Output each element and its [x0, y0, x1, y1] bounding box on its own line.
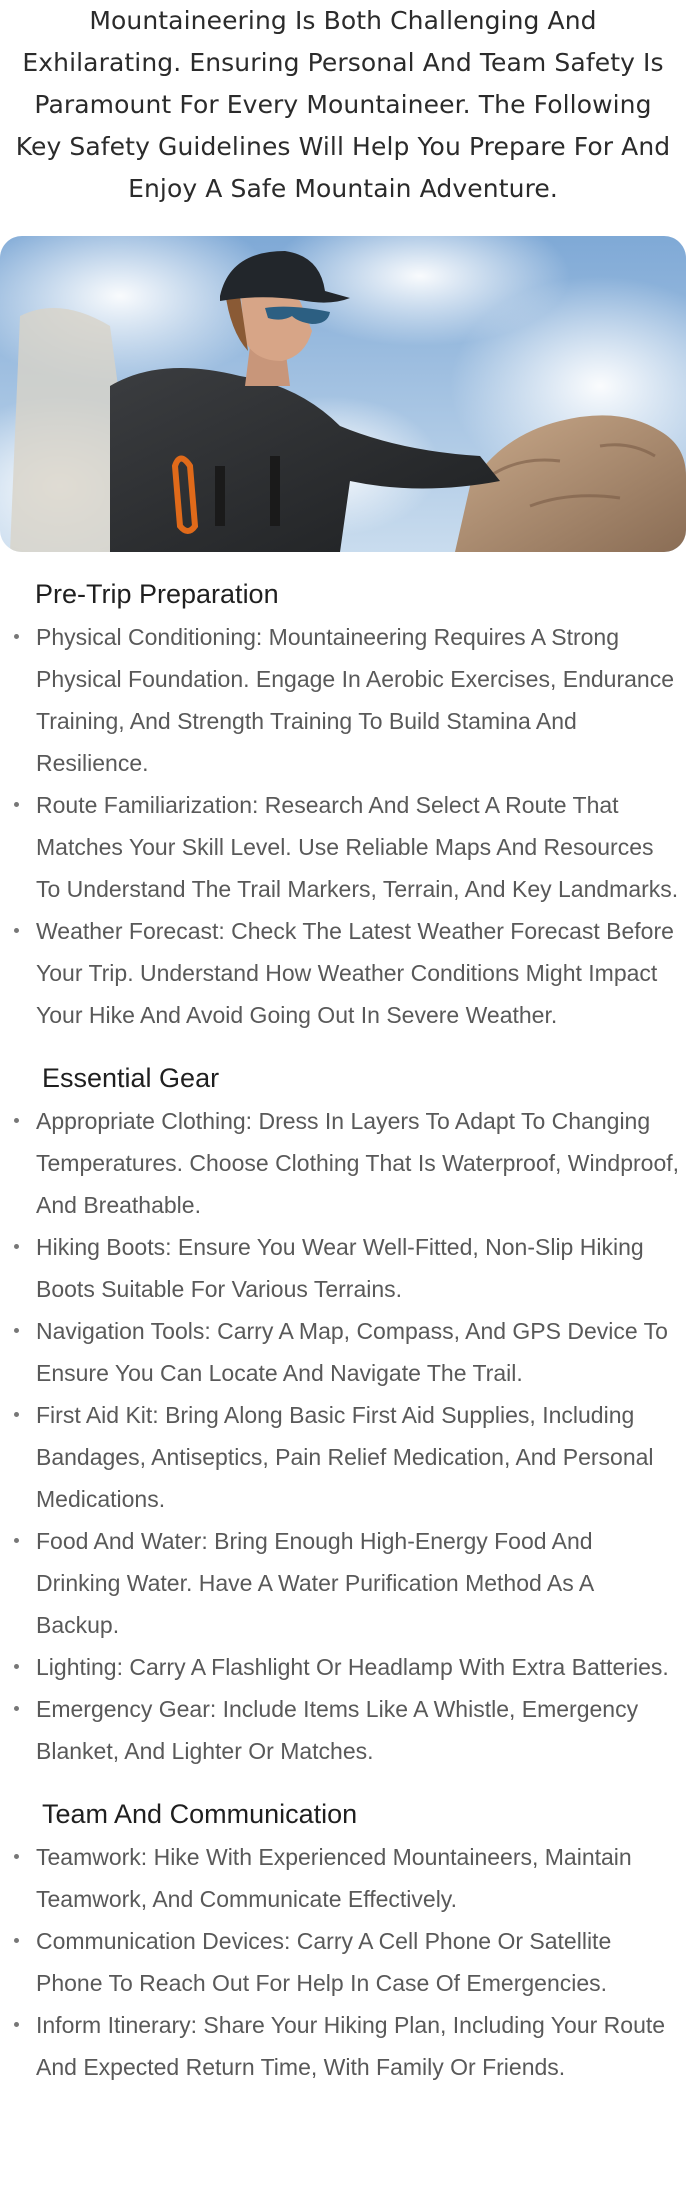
intro-paragraph: Mountaineering Is Both Challenging And E… [15, 6, 671, 203]
list-item: Inform Itinerary: Share Your Hiking Plan… [0, 2004, 686, 2088]
bullet-list: Appropriate Clothing: Dress In Layers To… [0, 1100, 686, 1772]
list-item: Navigation Tools: Carry A Map, Compass, … [0, 1310, 686, 1394]
list-item: Lighting: Carry A Flashlight Or Headlamp… [0, 1646, 686, 1688]
section-title: Team And Communication [42, 1799, 358, 1829]
bullet-list: Physical Conditioning: Mountaineering Re… [0, 616, 686, 1036]
list-item: Communication Devices: Carry A Cell Phon… [0, 1920, 686, 2004]
mountaineer-photo-icon [0, 236, 686, 552]
list-item: Route Familiarization: Research And Sele… [0, 784, 686, 910]
list-item: Appropriate Clothing: Dress In Layers To… [0, 1100, 686, 1226]
section-essential-gear: Essential Gear Appropriate Clothing: Dre… [0, 1058, 686, 1772]
list-item: Weather Forecast: Check The Latest Weath… [0, 910, 686, 1036]
hero-image [0, 236, 686, 552]
section-pre-trip: Pre-Trip Preparation Physical Conditioni… [0, 574, 686, 1036]
list-item: Food And Water: Bring Enough High-Energy… [0, 1520, 686, 1646]
list-item: Teamwork: Hike With Experienced Mountain… [0, 1836, 686, 1920]
list-item: Physical Conditioning: Mountaineering Re… [0, 616, 686, 784]
section-title: Essential Gear [42, 1063, 220, 1093]
bullet-list: Teamwork: Hike With Experienced Mountain… [0, 1836, 686, 2088]
list-item: First Aid Kit: Bring Along Basic First A… [0, 1394, 686, 1520]
section-title: Pre-Trip Preparation [35, 579, 279, 609]
list-item: Emergency Gear: Include Items Like A Whi… [0, 1688, 686, 1772]
list-item: Hiking Boots: Ensure You Wear Well-Fitte… [0, 1226, 686, 1310]
section-team-communication: Team And Communication Teamwork: Hike Wi… [0, 1794, 686, 2088]
